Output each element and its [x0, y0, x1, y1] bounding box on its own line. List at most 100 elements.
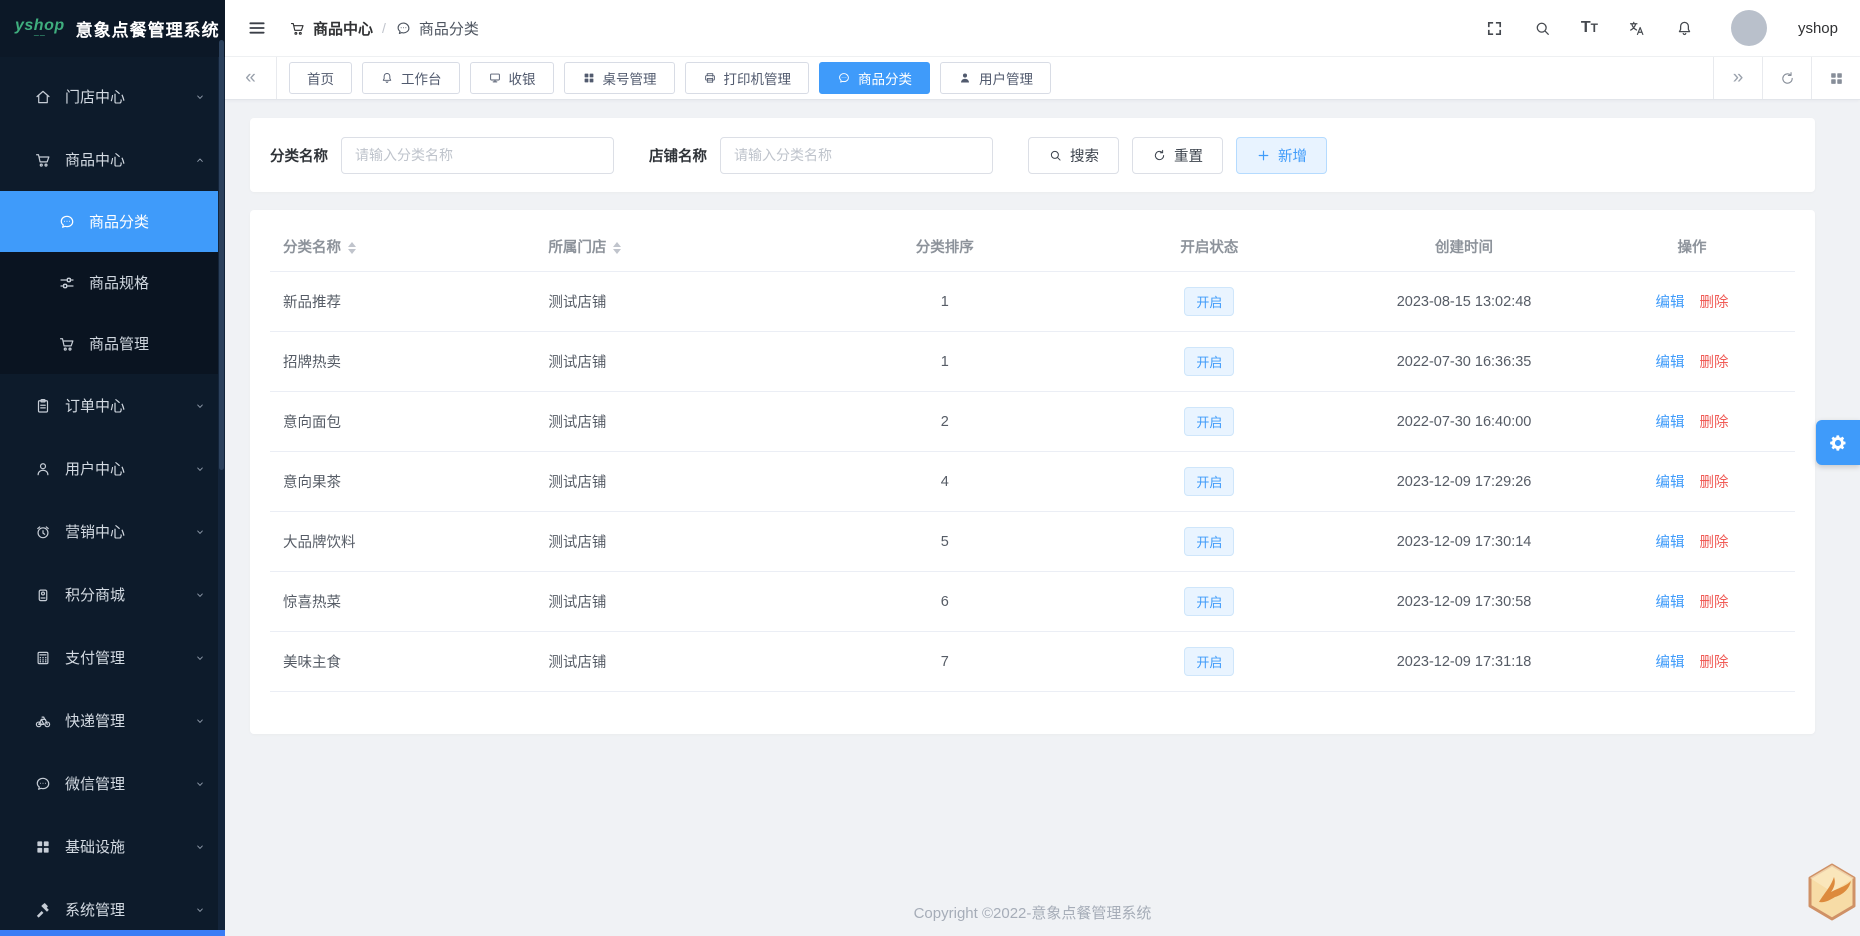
edit-link[interactable]: 编辑: [1656, 295, 1685, 311]
delete-link[interactable]: 删除: [1700, 475, 1729, 491]
tab-item[interactable]: 桌号管理: [563, 62, 675, 94]
cell-category-name: 惊喜热菜: [270, 571, 536, 632]
tabbar: « 首页 工作台 收银 桌号管理 打印机管理 商品分类 用户管理 »: [225, 57, 1860, 100]
table-row: 新品推荐 测试店铺 1 开启 2023-08-15 13:02:48 编辑 删除: [270, 271, 1795, 332]
breadcrumb-item[interactable]: 商品中心: [289, 18, 373, 39]
chevron-down-icon: [193, 462, 207, 476]
sidebar-item[interactable]: 快递管理: [0, 689, 225, 752]
user-solid-icon: [958, 71, 972, 85]
cell-category-name: 美味主食: [270, 631, 536, 692]
chevron-down-icon: [193, 525, 207, 539]
table-row: 惊喜热菜 测试店铺 6 开启 2023-12-09 17:30:58 编辑 删除: [270, 571, 1795, 632]
column-header[interactable]: 分类名称: [270, 222, 536, 272]
tabs-scroll-left-icon[interactable]: «: [225, 57, 277, 99]
sort-caret-icon[interactable]: [613, 242, 622, 255]
sidebar-subitem[interactable]: 商品规格: [0, 252, 225, 313]
edit-link[interactable]: 编辑: [1656, 475, 1685, 491]
status-badge: 开启: [1184, 407, 1235, 436]
sidebar: yshop —— 意象点餐管理系统 门店中心 商品中心 商品分类 商品规格 商品管理 订单中…: [0, 0, 225, 936]
search-button[interactable]: 搜索: [1028, 136, 1119, 174]
cell-shop-name: 测试店铺: [535, 511, 810, 572]
font-size-icon[interactable]: TT: [1581, 20, 1598, 36]
cell-shop-name: 测试店铺: [535, 631, 810, 692]
chevron-down-icon: [193, 651, 207, 665]
cart-icon: [58, 335, 76, 353]
tab-item[interactable]: 收银: [469, 62, 554, 94]
tabs-layout-icon[interactable]: [1811, 57, 1860, 99]
tabs-scroll-right-icon[interactable]: »: [1713, 57, 1762, 99]
search-icon[interactable]: [1533, 19, 1552, 38]
tab-item[interactable]: 商品分类: [819, 62, 930, 94]
delete-link[interactable]: 删除: [1700, 295, 1729, 311]
hamburger-icon[interactable]: [247, 18, 267, 38]
sidebar-subitem[interactable]: 商品分类: [0, 191, 225, 252]
sidebar-item[interactable]: 微信管理: [0, 752, 225, 815]
bird-badge-icon[interactable]: [1806, 862, 1858, 922]
chat-icon: [34, 775, 52, 793]
tab-item[interactable]: 用户管理: [940, 62, 1051, 94]
translate-icon[interactable]: [1627, 19, 1646, 38]
username[interactable]: yshop: [1798, 20, 1838, 37]
column-header-label: 操作: [1677, 240, 1707, 256]
edit-link[interactable]: 编辑: [1656, 655, 1685, 671]
tab-item[interactable]: 打印机管理: [684, 62, 809, 94]
shop-name-input[interactable]: [720, 136, 993, 174]
column-header[interactable]: 所属门店: [535, 222, 810, 272]
sidebar-item[interactable]: 积分商城: [0, 563, 225, 626]
cell-created-time: 2023-12-09 17:29:26: [1338, 451, 1590, 512]
filter-panel: 分类名称 店铺名称 搜索 重置 新增: [250, 118, 1815, 192]
edit-link[interactable]: 编辑: [1656, 595, 1685, 611]
reset-button[interactable]: 重置: [1132, 136, 1223, 174]
edit-link[interactable]: 编辑: [1656, 355, 1685, 371]
sidebar-item[interactable]: 门店中心: [0, 65, 225, 128]
category-name-label: 分类名称: [270, 148, 328, 165]
status-badge: 开启: [1184, 287, 1235, 316]
monitor-icon: [488, 71, 502, 85]
tab-item[interactable]: 首页: [289, 62, 352, 94]
gear-icon: [1828, 433, 1848, 453]
hammer-icon: [34, 901, 52, 919]
badge-icon: [34, 586, 52, 604]
chevron-down-icon: [193, 840, 207, 854]
tabs-refresh-icon[interactable]: [1762, 57, 1811, 99]
chevron-down-icon: [193, 714, 207, 728]
sidebar-item[interactable]: 用户中心: [0, 437, 225, 500]
sidebar-item[interactable]: 支付管理: [0, 626, 225, 689]
cell-category-name: 新品推荐: [270, 271, 536, 332]
sidebar-item[interactable]: 商品中心: [0, 128, 225, 191]
delete-link[interactable]: 删除: [1700, 355, 1729, 371]
settings-fab[interactable]: [1816, 420, 1860, 465]
breadcrumb-item[interactable]: 商品分类: [395, 18, 479, 39]
sliders-icon: [58, 274, 76, 292]
delete-link[interactable]: 删除: [1700, 595, 1729, 611]
calculator-icon: [34, 649, 52, 667]
shop-name-label: 店铺名称: [649, 148, 707, 165]
sidebar-item[interactable]: 订单中心: [0, 374, 225, 437]
sidebar-item[interactable]: 系统管理: [0, 878, 225, 936]
delete-link[interactable]: 删除: [1700, 655, 1729, 671]
tab-item[interactable]: 工作台: [362, 62, 460, 94]
column-header-label: 分类名称: [283, 240, 341, 256]
delete-link[interactable]: 删除: [1700, 415, 1729, 431]
sidebar-item-label: 快递管理: [65, 713, 126, 730]
sidebar-scrollbar-thumb[interactable]: [219, 40, 224, 470]
sort-caret-icon[interactable]: [348, 242, 356, 255]
home-icon: [34, 88, 52, 106]
add-button[interactable]: 新增: [1236, 136, 1327, 174]
bell-icon[interactable]: [1675, 19, 1694, 38]
edit-link[interactable]: 编辑: [1656, 415, 1685, 431]
user-avatar[interactable]: [1730, 10, 1767, 46]
fullscreen-icon[interactable]: [1485, 19, 1504, 38]
sidebar-item[interactable]: 营销中心: [0, 500, 225, 563]
cell-category-name: 招牌热卖: [270, 331, 536, 392]
cell-created-time: 2023-12-09 17:31:18: [1338, 631, 1590, 692]
horizontal-scrollbar-thumb[interactable]: [0, 930, 225, 936]
chat-icon: [837, 71, 851, 85]
sidebar-item[interactable]: 基础设施: [0, 815, 225, 878]
delete-link[interactable]: 删除: [1700, 535, 1729, 551]
sidebar-subitem[interactable]: 商品管理: [0, 313, 225, 374]
breadcrumb: 商品中心 / 商品分类: [289, 18, 479, 39]
category-name-input[interactable]: [341, 136, 614, 174]
chevron-up-icon: [193, 153, 207, 167]
edit-link[interactable]: 编辑: [1656, 535, 1685, 551]
